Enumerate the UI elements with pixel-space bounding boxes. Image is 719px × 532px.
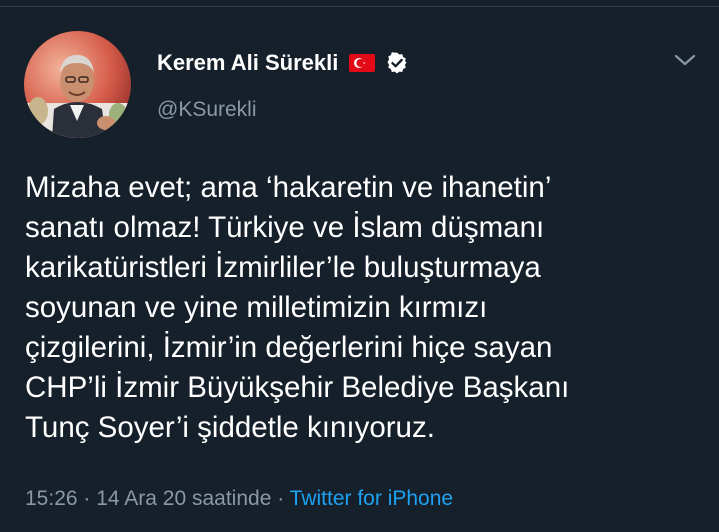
turkey-flag-icon: [349, 54, 375, 72]
meta-separator: ·: [271, 487, 290, 510]
tweet-source-link[interactable]: Twitter for iPhone: [290, 487, 453, 510]
tweet-text-line: Tunç Soyer’i şiddetle kınıyoruz.: [25, 411, 435, 444]
meta-separator: ·: [77, 487, 97, 510]
tweet-text-line: çizgilerini, İzmir’in değerlerini hiçe s…: [25, 331, 553, 364]
tweet-time[interactable]: 15:26: [25, 487, 78, 510]
tweet-text-line: soyunan ve yine milletimizin kırmızı: [25, 291, 488, 324]
tweet-date[interactable]: 14 Ara 20 saatinde: [96, 487, 271, 510]
author-handle[interactable]: @KSurekli: [157, 98, 257, 122]
top-divider: [0, 6, 719, 7]
tweet-text-line: CHP’li İzmir Büyükşehir Belediye Başkanı: [25, 371, 570, 404]
tweet-text: Mizaha evet; ama ‘hakaretin ve ihanetin’…: [25, 168, 705, 448]
author-display-name[interactable]: Kerem Ali Sürekli: [157, 50, 338, 76]
tweet-meta: 15:26 · 14 Ara 20 saatinde · Twitter for…: [25, 487, 453, 511]
avatar-photo: [24, 31, 131, 138]
verified-badge-icon: [387, 52, 407, 74]
avatar[interactable]: [24, 31, 131, 138]
tweet-text-line: Mizaha evet; ama ‘hakaretin ve ihanetin’: [25, 171, 552, 204]
tweet-text-line: sanatı olmaz! Türkiye ve İslam düşmanı: [25, 211, 545, 244]
tweet-text-line: karikatüristleri İzmirliler’le buluşturm…: [25, 251, 541, 284]
chevron-down-icon[interactable]: [674, 52, 696, 68]
